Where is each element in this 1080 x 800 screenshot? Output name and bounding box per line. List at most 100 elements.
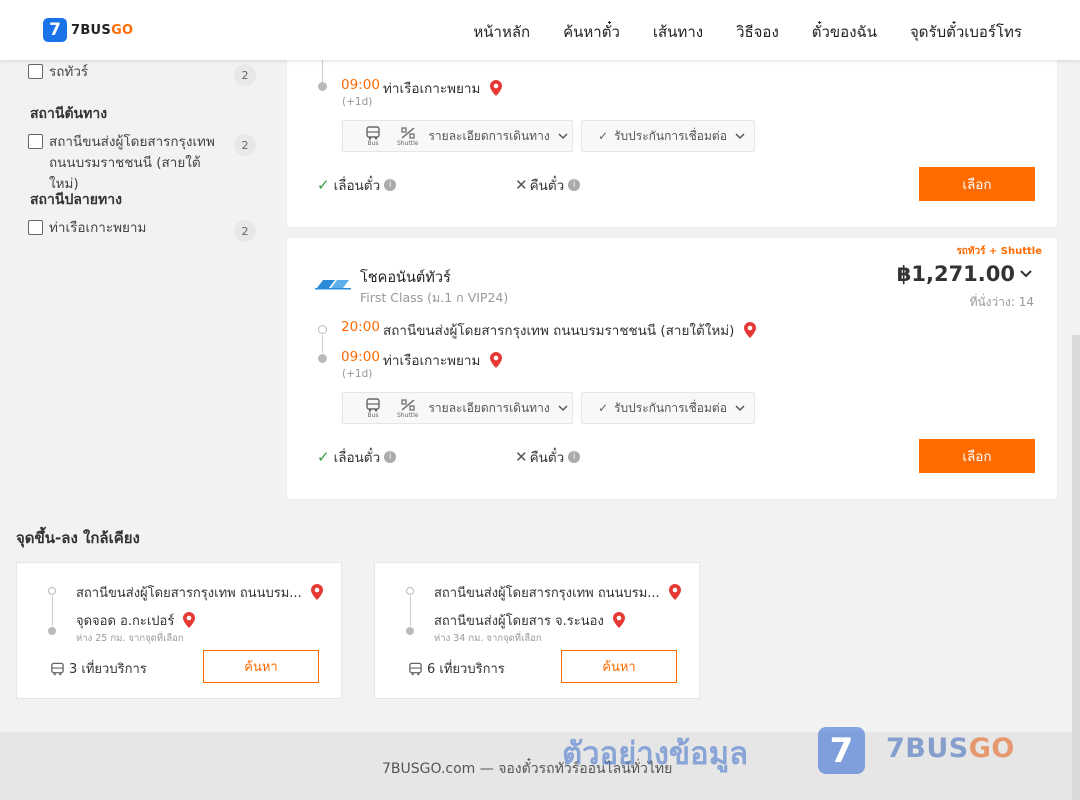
arrival-dot [318, 82, 327, 91]
checkbox[interactable] [28, 134, 43, 149]
site-logo[interactable]: 7 7BUSGO [43, 18, 133, 42]
trip-count: 3 เที่ยวบริการ [50, 658, 147, 679]
select-trip-button[interactable]: เลือก [919, 439, 1035, 473]
filter-label: ท่าเรือเกาะพยาม [49, 220, 147, 236]
connection-guarantee-dropdown[interactable]: ✓ รับประกันการเชื่อมต่อ [581, 392, 755, 424]
trip-count: 6 เที่ยวบริการ [408, 658, 505, 679]
departure-dot [318, 325, 327, 334]
arrival-station: ท่าเรือเกาะพยาม [383, 349, 502, 371]
search-nearby-button[interactable]: ค้นหา [561, 650, 677, 683]
sample-data-watermark: ตัวอย่างข้อมูล [562, 736, 749, 772]
filter-label: รถทัวร์ [49, 64, 89, 80]
arrival-time: 09:00 [341, 77, 380, 93]
bus-icon [366, 397, 380, 412]
select-trip-button[interactable]: เลือก [919, 167, 1035, 201]
map-pin-icon[interactable] [668, 584, 681, 600]
logo-text: 7BUSGO [71, 22, 134, 38]
nearby-destination: สถานีขนส่งผู้โดยสาร จ.ระนอง [434, 610, 625, 631]
bus-icon [409, 662, 422, 675]
check-icon: ✓ [598, 401, 609, 415]
info-icon[interactable]: i [568, 179, 581, 191]
nav-search-ticket[interactable]: ค้นหาตั๋ว [563, 20, 620, 44]
nearby-stops-title: จุดขึ้น-ลง ใกล้เคียง [16, 529, 140, 547]
timeline-line [322, 335, 323, 353]
arrival-time: 09:00 [341, 349, 380, 365]
available-seats: ที่นั่งว่าง: 14 [969, 295, 1034, 309]
check-icon: ✓ [317, 176, 330, 194]
connection-guarantee-label: รับประกันการเชื่อมต่อ [614, 400, 727, 415]
vehicle-type-badge: รถทัวร์ + Shuttle [956, 246, 1042, 257]
trip-details-dropdown[interactable]: Bus Shuttle รายละเอียดการเดินทาง [342, 392, 573, 424]
filter-count: 2 [234, 134, 256, 156]
main-nav: หน้าหลัก ค้นหาตั๋ว เส้นทาง วิธีจอง ตั๋วข… [440, 20, 1022, 44]
info-icon[interactable]: i [384, 451, 397, 463]
next-day-label: (+1d) [342, 96, 373, 108]
trip-card: รถทัวร์ + Shuttle โชคอนันต์ทัวร์ First C… [286, 237, 1058, 500]
arrival-dot [318, 354, 327, 363]
nearby-origin: สถานีขนส่งผู้โดยสารกรุงเทพ ถนนบรม... [434, 582, 681, 603]
filter-origin-station[interactable]: สถานีขนส่งผู้โดยสารกรุงเทพ ถนนบรมราชชนนี… [16, 132, 264, 195]
nearby-route-card: สถานีขนส่งผู้โดยสารกรุงเทพ ถนนบรม... จุด… [16, 562, 342, 699]
next-day-label: (+1d) [342, 368, 373, 380]
info-icon[interactable]: i [568, 451, 581, 463]
destination-dot [48, 627, 56, 635]
departure-time: 20:00 [341, 319, 380, 335]
destination-dot [406, 627, 414, 635]
nearby-route-card: สถานีขนส่งผู้โดยสารกรุงเทพ ถนนบรม... สถา… [374, 562, 700, 699]
nearby-distance: ห่าง 25 กม. จากจุดที่เลือก [76, 633, 184, 644]
nav-my-tickets[interactable]: ตั๋วของฉัน [812, 20, 877, 44]
nav-how-to-book[interactable]: วิธีจอง [736, 20, 779, 44]
map-pin-icon[interactable] [489, 80, 502, 96]
nearby-destination: จุดจอด อ.กะเปอร์ [76, 610, 196, 631]
shuttle-icon-group: Shuttle [397, 126, 418, 147]
bus-icon [51, 662, 64, 675]
origin-station-title: สถานีต้นทาง [30, 106, 108, 122]
bus-icon-group: Bus [365, 397, 381, 419]
destination-station-title: สถานีปลายทาง [30, 192, 122, 208]
connection-guarantee-label: รับประกันการเชื่อมต่อ [614, 128, 727, 143]
shuttle-icon-group: Shuttle [397, 398, 418, 419]
arrival-station: ท่าเรือเกาะพยาม [383, 77, 502, 99]
checkbox[interactable] [28, 220, 43, 235]
map-pin-icon[interactable] [489, 352, 502, 368]
connection-guarantee-dropdown[interactable]: ✓ รับประกันการเชื่อมต่อ [581, 120, 755, 152]
cross-icon: ✕ [515, 448, 528, 466]
nearby-distance: ห่าง 34 กม. จากจุดที่เลือก [434, 633, 542, 644]
reschedule-policy: ✓ เลื่อนตั๋ว i [317, 174, 397, 196]
seat-class: First Class (ม.1 ก VIP24) [360, 290, 509, 305]
trip-details-label: รายละเอียดการเดินทาง [428, 128, 550, 143]
filter-label: สถานีขนส่งผู้โดยสารกรุงเทพ ถนนบรมราชชนนี… [49, 134, 215, 192]
map-pin-icon[interactable] [743, 322, 756, 338]
origin-dot [48, 587, 56, 595]
refund-policy: ✕ คืนตั๋ว i [515, 446, 581, 468]
map-pin-icon[interactable] [612, 612, 625, 628]
map-pin-icon[interactable] [183, 612, 196, 628]
trip-details-label: รายละเอียดการเดินทาง [428, 400, 550, 415]
logo-mark: 7 [43, 18, 67, 42]
nav-home[interactable]: หน้าหลัก [473, 20, 530, 44]
shuttle-icon [401, 398, 415, 411]
trip-price[interactable]: ฿1,271.00 [897, 262, 1033, 286]
shuttle-icon [401, 126, 415, 139]
check-icon: ✓ [317, 448, 330, 466]
info-icon[interactable]: i [384, 179, 397, 191]
filter-destination-station[interactable]: ท่าเรือเกาะพยาม 2 [16, 218, 264, 242]
nav-ticket-pickup-phone[interactable]: จุดรับตั๋วเบอร์โทร [910, 20, 1022, 44]
search-nearby-button[interactable]: ค้นหา [203, 650, 319, 683]
trip-details-dropdown[interactable]: Bus Shuttle รายละเอียดการเดินทาง [342, 120, 573, 152]
checkbox[interactable] [28, 64, 43, 79]
reschedule-policy: ✓ เลื่อนตั๋ว i [317, 446, 397, 468]
check-icon: ✓ [598, 129, 609, 143]
map-pin-icon[interactable] [310, 584, 323, 600]
filter-vehicle-tour-bus[interactable]: รถทัวร์ 2 [16, 62, 264, 86]
refund-policy: ✕ คืนตั๋ว i [515, 174, 581, 196]
chevron-down-icon [735, 405, 745, 412]
top-header: 7 7BUSGO หน้าหลัก ค้นหาตั๋ว เส้นทาง วิธี… [0, 0, 1080, 60]
page-scrollbar[interactable] [1072, 335, 1080, 800]
filter-count: 2 [234, 220, 256, 242]
trip-card: 09:00 ท่าเรือเกาะพยาม (+1d) Bus Shuttle … [286, 40, 1058, 228]
chevron-down-icon [558, 133, 568, 140]
timeline-line [410, 596, 411, 626]
nav-routes[interactable]: เส้นทาง [653, 20, 703, 44]
cross-icon: ✕ [515, 176, 528, 194]
